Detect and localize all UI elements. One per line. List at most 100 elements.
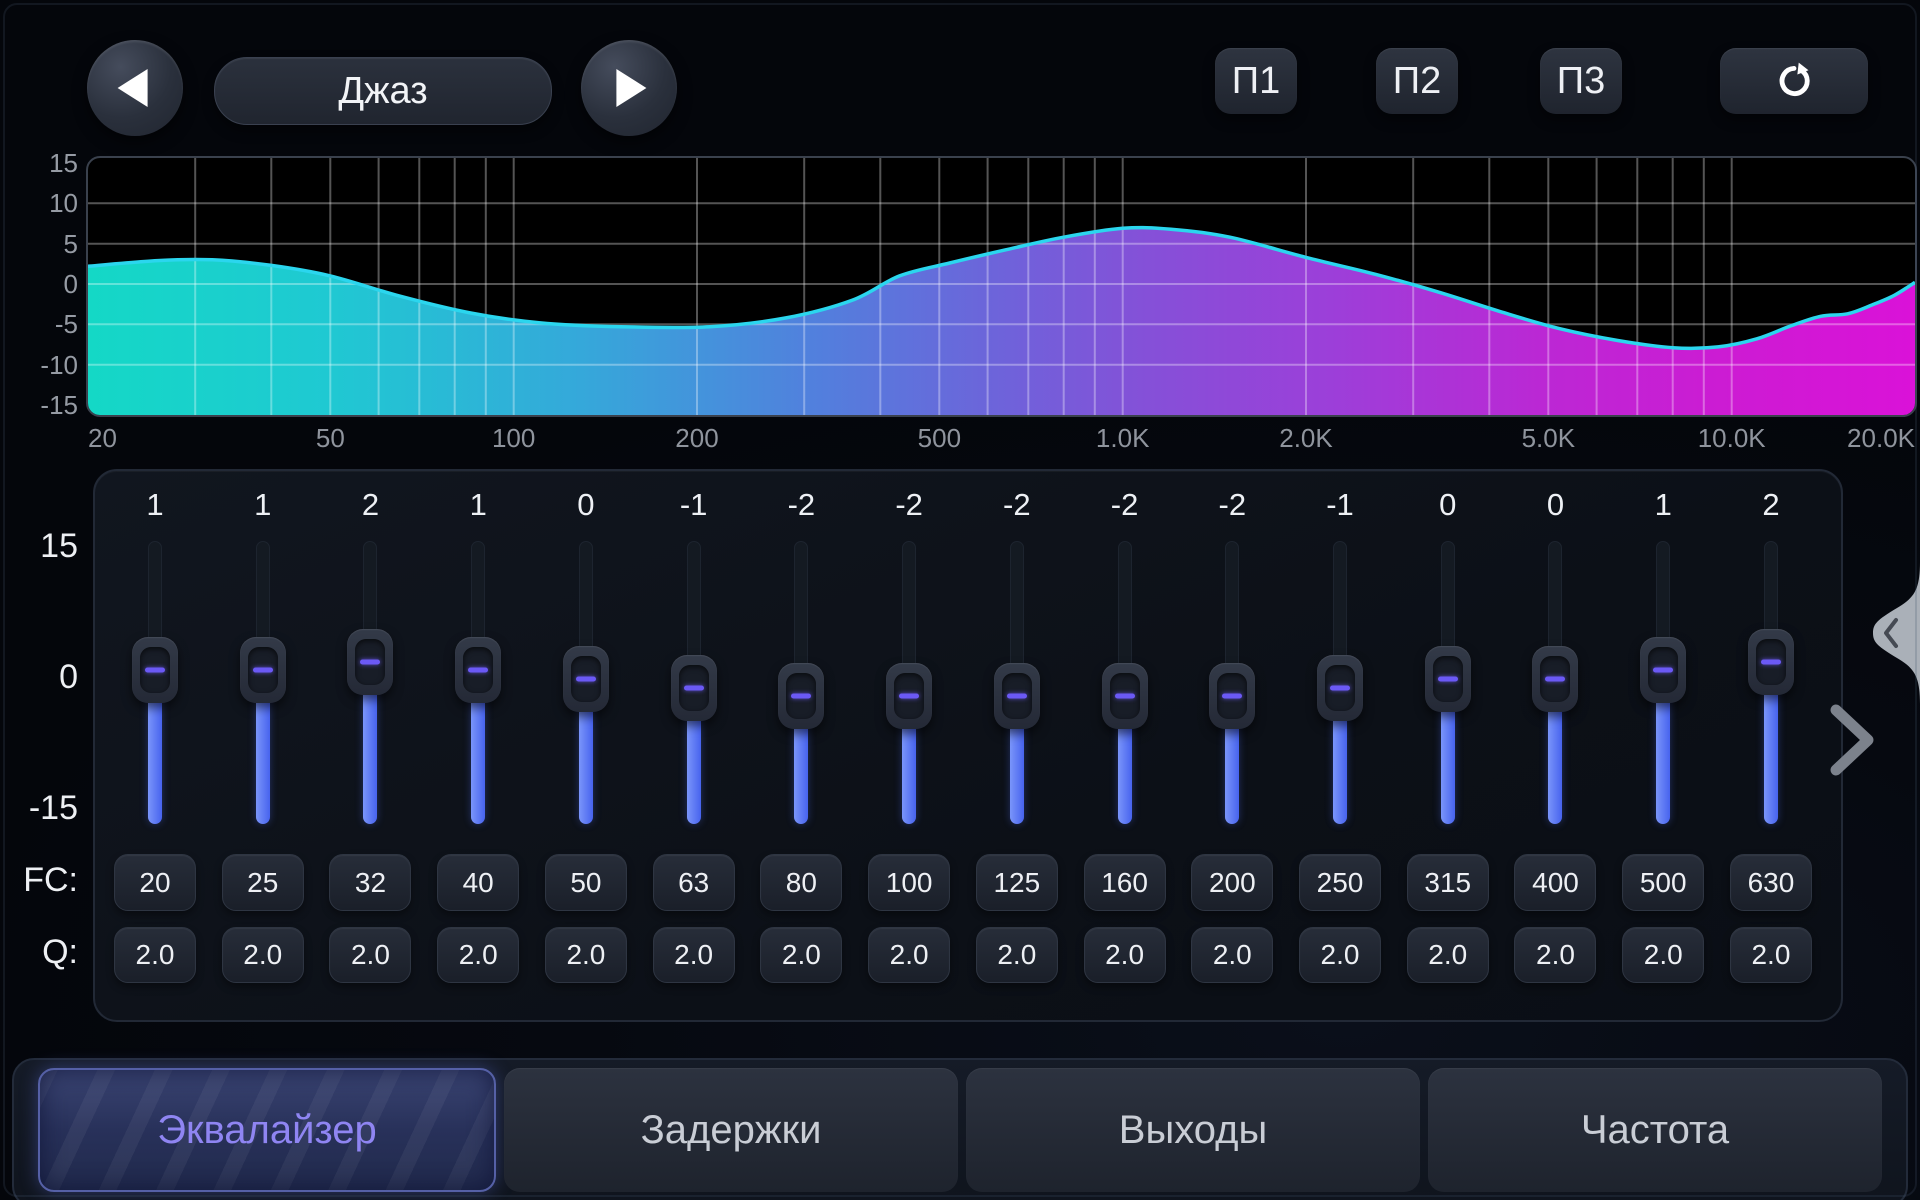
slider-thumb[interactable] xyxy=(886,663,932,729)
band-fc-button[interactable]: 160 xyxy=(1084,854,1166,911)
band-q-button[interactable]: 2.0 xyxy=(329,927,411,983)
band-fc-button[interactable]: 630 xyxy=(1730,854,1812,911)
slider-thumb-dash xyxy=(899,694,919,699)
gain-slider[interactable] xyxy=(1394,541,1502,824)
graph-x-tick: 200 xyxy=(675,423,718,453)
bottom-tab[interactable]: Выходы xyxy=(966,1068,1420,1192)
gain-slider[interactable] xyxy=(1609,541,1717,824)
slider-thumb[interactable] xyxy=(671,655,717,721)
band-fc-button[interactable]: 25 xyxy=(222,854,304,911)
band-q-button[interactable]: 2.0 xyxy=(1622,927,1704,983)
band-fc-button[interactable]: 20 xyxy=(114,854,196,911)
slider-thumb[interactable] xyxy=(778,663,824,729)
band-fc-button[interactable]: 125 xyxy=(976,854,1058,911)
gain-slider[interactable] xyxy=(424,541,532,824)
band-q-button[interactable]: 2.0 xyxy=(1299,927,1381,983)
band-fc-button[interactable]: 40 xyxy=(437,854,519,911)
slider-thumb[interactable] xyxy=(1748,629,1794,695)
gain-slider[interactable] xyxy=(640,541,748,824)
gain-slider[interactable] xyxy=(747,541,855,824)
band-q-button[interactable]: 2.0 xyxy=(653,927,735,983)
gain-slider[interactable] xyxy=(855,541,963,824)
preset-slot-button[interactable]: П3 xyxy=(1540,48,1622,114)
q-row-label: Q: xyxy=(0,934,78,970)
band-q-button[interactable]: 2.0 xyxy=(1407,927,1489,983)
slider-scale-max: 15 xyxy=(0,528,78,564)
slider-thumb-inner xyxy=(355,639,385,685)
band-fc-button[interactable]: 200 xyxy=(1191,854,1273,911)
gain-slider[interactable] xyxy=(532,541,640,824)
slider-thumb[interactable] xyxy=(132,637,178,703)
eq-band-column: -2 160 2.0 xyxy=(1071,471,1179,1020)
preset-name-display[interactable]: Джаз xyxy=(214,57,552,125)
next-preset-button[interactable] xyxy=(581,40,677,136)
band-fc-button[interactable]: 63 xyxy=(653,854,735,911)
slider-thumb-inner xyxy=(1325,665,1355,711)
band-q-button[interactable]: 2.0 xyxy=(1514,927,1596,983)
slider-thumb-inner xyxy=(463,647,493,693)
preset-slot-button[interactable]: П2 xyxy=(1376,48,1458,114)
gain-slider[interactable] xyxy=(1717,541,1825,824)
band-fc-button[interactable]: 315 xyxy=(1407,854,1489,911)
band-q-button[interactable]: 2.0 xyxy=(437,927,519,983)
band-fc-button[interactable]: 250 xyxy=(1299,854,1381,911)
gain-slider[interactable] xyxy=(316,541,424,824)
slider-thumb[interactable] xyxy=(240,637,286,703)
eq-band-column: 2 630 2.0 xyxy=(1717,471,1825,1020)
slider-thumb[interactable] xyxy=(1532,646,1578,712)
reset-icon xyxy=(1773,60,1815,102)
gain-slider[interactable] xyxy=(101,541,209,824)
band-q-button[interactable]: 2.0 xyxy=(545,927,627,983)
gain-slider[interactable] xyxy=(1071,541,1179,824)
slider-thumb-inner xyxy=(786,673,816,719)
bottom-tab[interactable]: Частота xyxy=(1428,1068,1882,1192)
slider-thumb[interactable] xyxy=(994,663,1040,729)
prev-preset-button[interactable] xyxy=(87,40,183,136)
slider-thumb[interactable] xyxy=(347,629,393,695)
band-q-button[interactable]: 2.0 xyxy=(760,927,842,983)
gain-slider[interactable] xyxy=(209,541,317,824)
band-fc-button[interactable]: 400 xyxy=(1514,854,1596,911)
slider-thumb[interactable] xyxy=(563,646,609,712)
band-fc-button[interactable]: 500 xyxy=(1622,854,1704,911)
graph-x-tick: 50 xyxy=(316,423,345,453)
preset-slot-button[interactable]: П1 xyxy=(1215,48,1297,114)
tab-label: Задержки xyxy=(641,1108,822,1153)
slider-thumb[interactable] xyxy=(455,637,501,703)
graph-x-tick: 100 xyxy=(492,423,535,453)
side-drawer-handle[interactable] xyxy=(1866,562,1920,704)
slider-thumb-inner xyxy=(1433,656,1463,702)
gain-slider[interactable] xyxy=(1501,541,1609,824)
graph-x-tick: 20 xyxy=(88,423,117,453)
band-q-button[interactable]: 2.0 xyxy=(868,927,950,983)
next-bands-button[interactable] xyxy=(1824,700,1880,780)
slider-thumb[interactable] xyxy=(1102,663,1148,729)
preset-name: Джаз xyxy=(338,70,427,113)
band-q-button[interactable]: 2.0 xyxy=(976,927,1058,983)
slider-thumb[interactable] xyxy=(1425,646,1471,712)
equalizer-screen: Джаз П1П2П3 151050-5-10-15 2050100200500… xyxy=(0,0,1920,1200)
band-q-button[interactable]: 2.0 xyxy=(114,927,196,983)
reset-button[interactable] xyxy=(1720,48,1868,114)
gain-slider[interactable] xyxy=(963,541,1071,824)
band-q-button[interactable]: 2.0 xyxy=(1730,927,1812,983)
eq-response-graph xyxy=(86,156,1917,417)
slider-thumb[interactable] xyxy=(1640,637,1686,703)
eq-band-column: 0 315 2.0 xyxy=(1394,471,1502,1020)
bottom-tab-bar: Эквалайзер Задержки Выходы Частота xyxy=(12,1058,1908,1200)
band-q-button[interactable]: 2.0 xyxy=(222,927,304,983)
band-gain-value: -1 xyxy=(1286,487,1394,523)
band-q-button[interactable]: 2.0 xyxy=(1191,927,1273,983)
slider-thumb-dash xyxy=(468,668,488,673)
bottom-tab[interactable]: Задержки xyxy=(504,1068,958,1192)
band-fc-button[interactable]: 80 xyxy=(760,854,842,911)
slider-thumb[interactable] xyxy=(1209,663,1255,729)
slider-thumb[interactable] xyxy=(1317,655,1363,721)
band-fc-button[interactable]: 50 xyxy=(545,854,627,911)
gain-slider[interactable] xyxy=(1286,541,1394,824)
band-q-button[interactable]: 2.0 xyxy=(1084,927,1166,983)
band-fc-button[interactable]: 32 xyxy=(329,854,411,911)
band-fc-button[interactable]: 100 xyxy=(868,854,950,911)
bottom-tab[interactable]: Эквалайзер xyxy=(38,1068,496,1192)
gain-slider[interactable] xyxy=(1178,541,1286,824)
